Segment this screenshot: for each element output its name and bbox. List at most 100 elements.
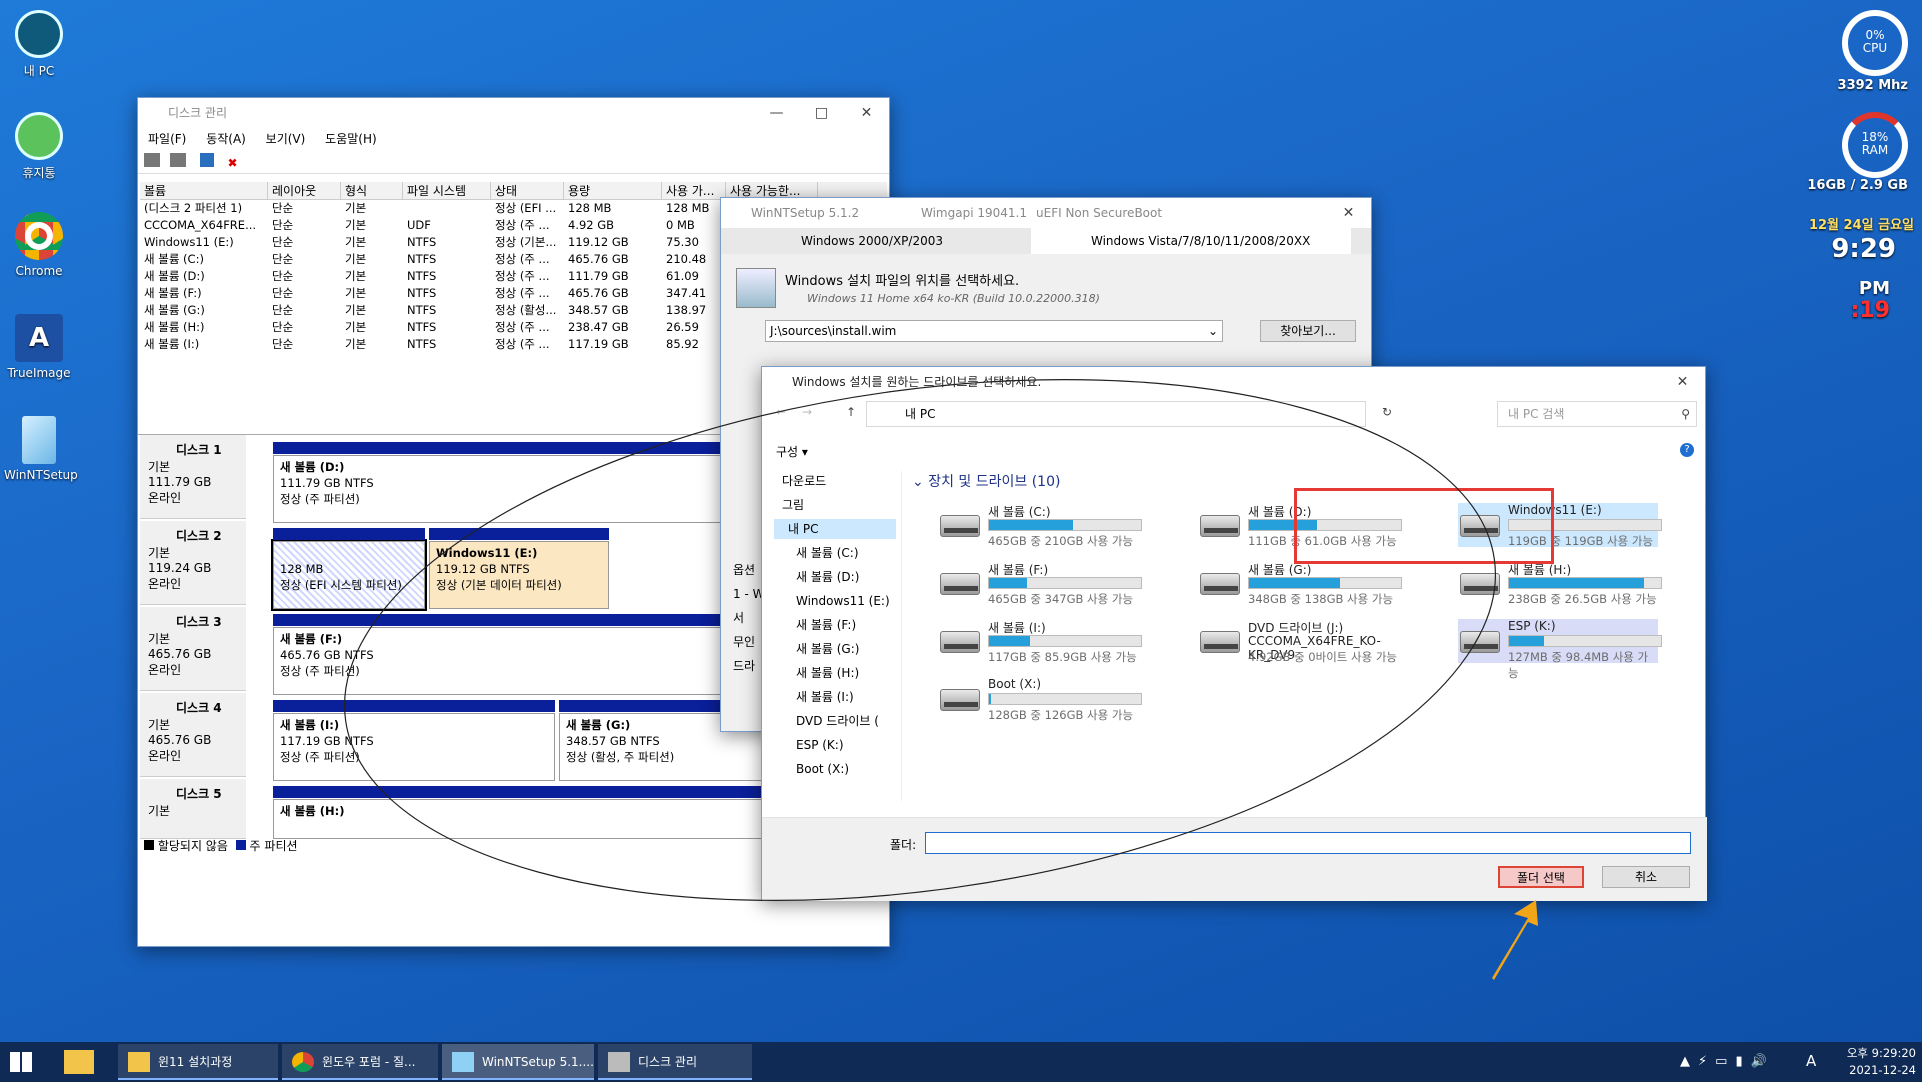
- volume-cell: 138.97: [666, 303, 707, 317]
- menu-file[interactable]: 파일(F): [140, 128, 194, 150]
- taskbar-item-chrome[interactable]: 윈도우 포럼 - 질...: [282, 1044, 438, 1080]
- desktop-icon-recycle[interactable]: 휴지통: [4, 112, 74, 181]
- taskbar-item-winntsetup[interactable]: WinNTSetup 5.1....: [442, 1044, 594, 1080]
- partition-i[interactable]: 새 볼륨 (I:) 117.19 GB NTFS 정상 (주 파티션): [273, 700, 555, 781]
- col-capacity[interactable]: 용량: [564, 182, 662, 199]
- taskbar-item-diskmgmt[interactable]: 디스크 관리: [598, 1044, 752, 1080]
- title-bar: Windows 설치를 원하는 드라이브를 선택하세요. ✕: [762, 367, 1705, 397]
- delete-icon[interactable]: ✖: [227, 156, 241, 170]
- power-icon[interactable]: ⚡: [1698, 1054, 1715, 1069]
- nav-item[interactable]: 그림: [782, 495, 804, 515]
- volume-cell: 26.59: [666, 320, 699, 334]
- nav-item[interactable]: 새 볼륨 (F:): [796, 615, 856, 635]
- nav-item[interactable]: DVD 드라이브 (: [796, 711, 879, 731]
- maximize-button[interactable]: □: [799, 98, 844, 128]
- browse-button[interactable]: 찾아보기...: [1260, 320, 1356, 342]
- section-header[interactable]: ⌄ 장치 및 드라이브 (10): [912, 471, 1060, 491]
- desktop-icon-chrome[interactable]: Chrome: [4, 212, 74, 278]
- drive-item[interactable]: 새 볼륨 (H:) 238GB 중 26.5GB 사용 가능: [1458, 561, 1662, 606]
- drive-item[interactable]: 새 볼륨 (I:) 117GB 중 85.9GB 사용 가능: [938, 619, 1142, 664]
- col-filesystem[interactable]: 파일 시스템: [403, 182, 491, 199]
- tab-legacy[interactable]: Windows 2000/XP/2003: [741, 231, 1041, 251]
- nav-item[interactable]: 새 볼륨 (I:): [796, 687, 854, 707]
- col-volume[interactable]: 볼륨: [140, 182, 268, 199]
- organize-button[interactable]: 구성 ▾: [776, 443, 808, 460]
- tab-modern[interactable]: Windows Vista/7/8/10/11/2008/20XX: [1031, 228, 1351, 254]
- partition-efi[interactable]: 128 MB 정상 (EFI 시스템 파티션): [271, 528, 427, 611]
- close-button[interactable]: ✕: [1326, 198, 1371, 228]
- search-input[interactable]: 내 PC 검색 ⚲: [1497, 401, 1697, 427]
- desktop-icon-trueimage[interactable]: A TrueImage: [4, 314, 74, 380]
- winntsetup-icon: [452, 1052, 474, 1072]
- disk-1-label[interactable]: 디스크 1 기본 111.79 GB 온라인: [140, 435, 246, 519]
- disk-2-label[interactable]: 디스크 2 기본 119.24 GB 온라인: [140, 521, 246, 605]
- forward-icon[interactable]: →: [802, 405, 812, 419]
- source-path-combobox[interactable]: J:\sources\install.wim ⌄: [765, 320, 1223, 342]
- volume-cell: CCCOMA_X64FRE...: [144, 218, 257, 232]
- minimize-button[interactable]: —: [754, 98, 799, 128]
- nav-item[interactable]: 내 PC: [774, 519, 896, 539]
- desktop-icon-mypc[interactable]: 내 PC: [4, 10, 74, 79]
- disk-state: 온라인: [148, 491, 182, 505]
- desktop-icon-winntsetup[interactable]: WinNTSetup: [4, 416, 78, 482]
- disk-3-label[interactable]: 디스크 3 기본 465.76 GB 온라인: [140, 607, 246, 691]
- drive-item[interactable]: Boot (X:) 128GB 중 126GB 사용 가능: [938, 677, 1142, 722]
- address-bar[interactable]: 내 PC: [866, 401, 1366, 427]
- forward-icon[interactable]: [169, 153, 186, 167]
- nav-item[interactable]: 새 볼륨 (H:): [796, 663, 859, 683]
- menu-action[interactable]: 동작(A): [198, 128, 254, 150]
- col-type[interactable]: 형식: [341, 182, 403, 199]
- options-select[interactable]: 1 - W: [733, 582, 764, 606]
- display-icon[interactable]: ▭: [1715, 1054, 1735, 1069]
- drive-usage-bar: [988, 577, 1142, 589]
- cancel-button[interactable]: 취소: [1602, 866, 1690, 888]
- nav-item[interactable]: Windows11 (E:): [796, 591, 890, 611]
- up-icon[interactable]: ↑: [846, 405, 856, 419]
- back-icon[interactable]: [144, 153, 160, 167]
- col-free[interactable]: 사용 가...: [662, 182, 726, 199]
- system-tray: ▲⚡▭▮🔊: [1680, 1054, 1775, 1069]
- close-button[interactable]: ✕: [844, 98, 889, 128]
- drive-item[interactable]: 새 볼륨 (C:) 465GB 중 210GB 사용 가능: [938, 503, 1142, 548]
- partition-e[interactable]: Windows11 (E:) 119.12 GB NTFS 정상 (기본 데이터 파…: [429, 528, 609, 609]
- back-icon[interactable]: ←: [776, 405, 786, 419]
- network-icon[interactable]: ▲: [1680, 1054, 1698, 1069]
- volume-cell: NTFS: [407, 337, 437, 351]
- close-button[interactable]: ✕: [1660, 367, 1705, 397]
- col-status[interactable]: 상태: [491, 182, 564, 199]
- nav-item[interactable]: Boot (X:): [796, 759, 849, 779]
- file-explorer-icon[interactable]: [64, 1050, 94, 1074]
- nav-item[interactable]: 새 볼륨 (D:): [796, 567, 859, 587]
- help-icon[interactable]: [199, 153, 214, 167]
- menu-help[interactable]: 도움말(H): [317, 128, 385, 150]
- volume-icon[interactable]: 🔊: [1751, 1054, 1775, 1069]
- drive-item[interactable]: 새 볼륨 (G:) 348GB 중 138GB 사용 가능: [1198, 561, 1402, 606]
- col-layout[interactable]: 레이아웃: [268, 182, 341, 199]
- disk-5-label[interactable]: 디스크 5 기본: [140, 779, 246, 839]
- usb-icon[interactable]: ▮: [1735, 1054, 1750, 1069]
- volume-cell: 465.76 GB: [568, 286, 629, 300]
- nav-item[interactable]: 다운로드: [782, 471, 826, 491]
- drive-item[interactable]: 새 볼륨 (F:) 465GB 중 347GB 사용 가능: [938, 561, 1142, 606]
- drive-item[interactable]: DVD 드라이브 (J:) CCCOMA_X64FRE_KO-KR_DV9 4.92…: [1198, 619, 1398, 664]
- select-folder-button[interactable]: 폴더 선택: [1498, 866, 1584, 888]
- drive-item[interactable]: ESP (K:) 127MB 중 98.4MB 사용 가능: [1458, 619, 1662, 680]
- taskbar-clock[interactable]: 오후 9:29:20 2021-12-24: [1820, 1045, 1916, 1079]
- volume-cell: 75.30: [666, 235, 699, 249]
- taskbar-item-folder[interactable]: 윈11 설치과정: [118, 1044, 278, 1080]
- start-button[interactable]: [10, 1052, 32, 1072]
- menu-view[interactable]: 보기(V): [258, 128, 314, 150]
- volume-cell: 단순: [272, 218, 294, 232]
- dialog-title: Windows 설치를 원하는 드라이브를 선택하세요.: [792, 375, 1042, 389]
- help-icon[interactable]: ?: [1680, 443, 1694, 457]
- ime-indicator[interactable]: A: [1806, 1052, 1816, 1070]
- nav-item[interactable]: 새 볼륨 (C:): [796, 543, 859, 563]
- nav-item[interactable]: 새 볼륨 (G:): [796, 639, 859, 659]
- partition-size: 348.57 GB NTFS: [566, 734, 660, 748]
- options-checkbox[interactable]: 서: [733, 606, 764, 630]
- nav-item[interactable]: ESP (K:): [796, 735, 844, 755]
- folder-input[interactable]: [925, 832, 1691, 854]
- folder-icon: [128, 1052, 150, 1072]
- disk-4-label[interactable]: 디스크 4 기본 465.76 GB 온라인: [140, 693, 246, 777]
- refresh-icon[interactable]: ↻: [1382, 405, 1392, 419]
